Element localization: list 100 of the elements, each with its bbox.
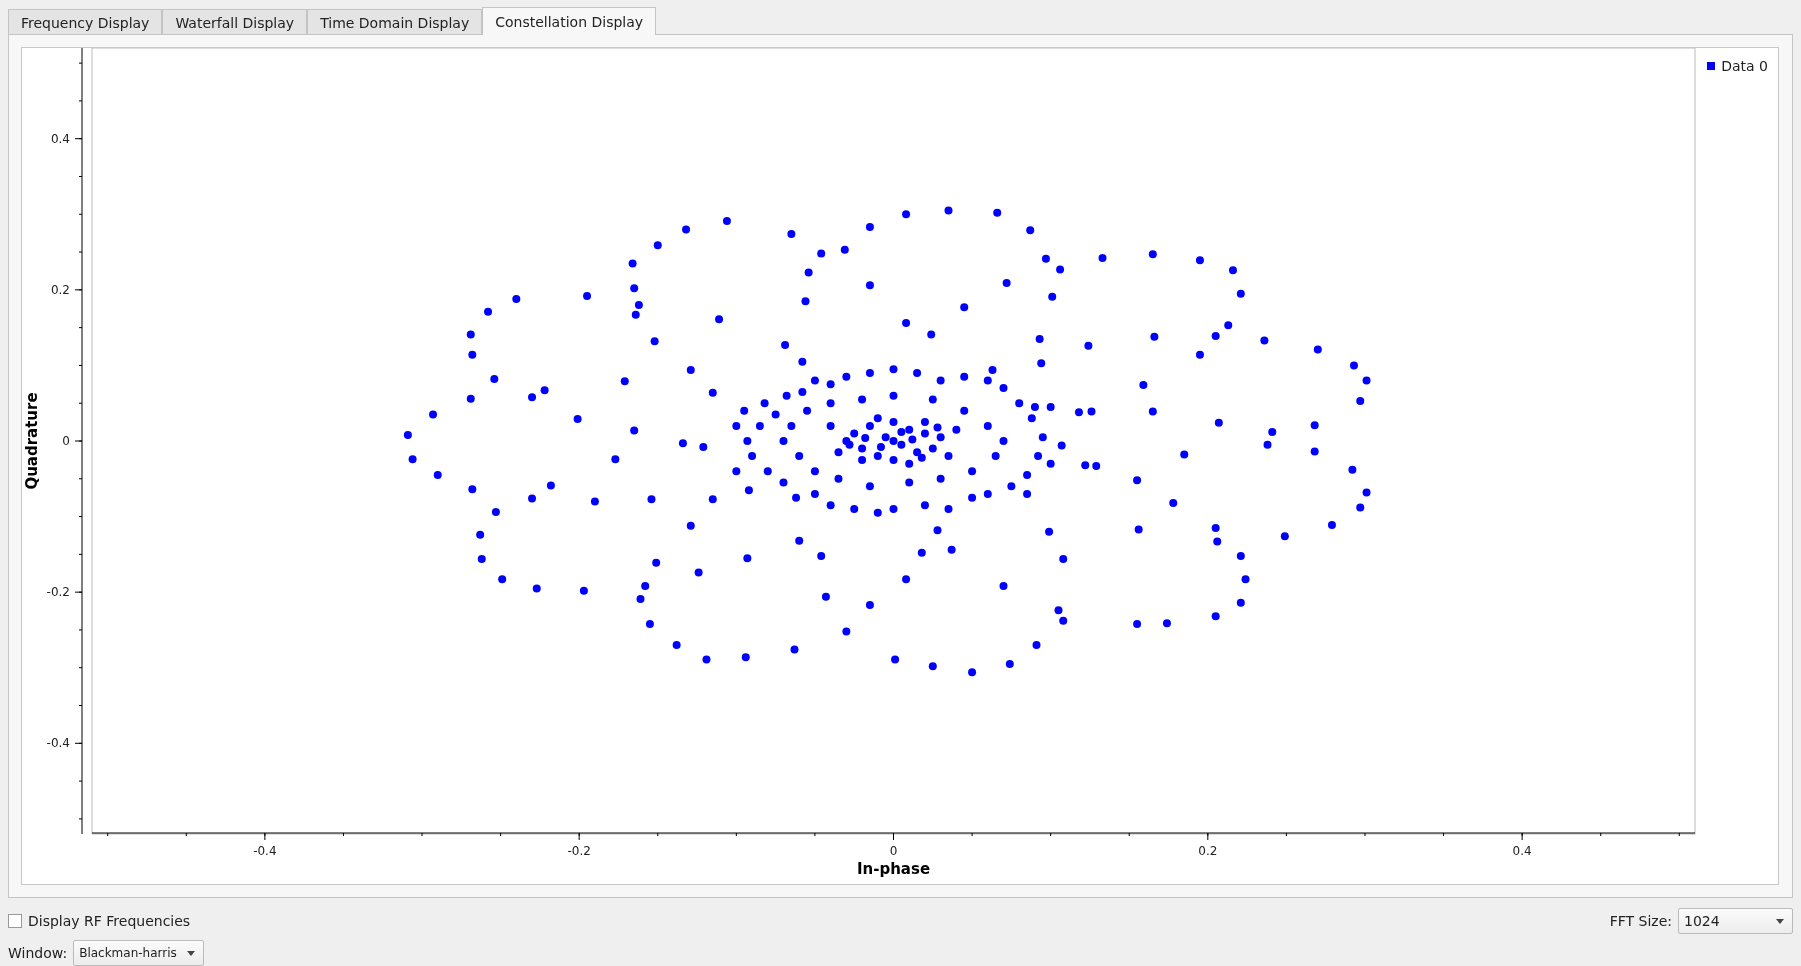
data-point	[1211, 331, 1220, 340]
data-point	[936, 433, 945, 442]
data-point	[732, 421, 741, 430]
data-point	[944, 206, 953, 215]
data-point	[1348, 465, 1357, 474]
data-point	[403, 430, 412, 439]
data-point	[1211, 612, 1220, 621]
data-point	[1074, 408, 1083, 417]
data-point	[917, 453, 926, 462]
data-point	[858, 395, 867, 404]
checkbox[interactable]	[8, 914, 22, 928]
data-point	[628, 259, 637, 268]
data-point	[928, 444, 937, 453]
tab[interactable]: Waterfall Display	[162, 9, 308, 35]
data-point	[897, 427, 906, 436]
tab[interactable]: Frequency Display	[8, 9, 163, 35]
data-point	[760, 399, 769, 408]
data-point	[1241, 575, 1250, 584]
data-point	[579, 586, 588, 595]
data-point	[928, 395, 937, 404]
x-tick-label: -0.2	[567, 844, 591, 858]
data-point	[902, 210, 911, 219]
data-point	[960, 406, 969, 415]
data-point	[908, 435, 917, 444]
data-point	[1236, 551, 1245, 560]
data-point	[1002, 279, 1011, 288]
data-point	[1362, 488, 1371, 497]
data-point	[1032, 641, 1041, 650]
data-point	[708, 388, 717, 397]
data-point	[433, 471, 442, 479]
data-point	[936, 474, 945, 483]
data-point	[902, 575, 911, 584]
data-point	[630, 426, 639, 435]
data-point	[1139, 381, 1148, 390]
data-point	[817, 551, 826, 560]
data-point	[528, 494, 537, 503]
data-point	[540, 386, 549, 395]
data-point	[933, 423, 942, 432]
data-point	[528, 393, 537, 402]
data-point	[1169, 498, 1178, 507]
data-point	[1048, 292, 1057, 301]
y-tick-label: -0.4	[46, 736, 70, 751]
window-dropdown[interactable]: Blackman-harris	[73, 940, 204, 966]
data-point	[641, 582, 650, 591]
data-point	[1046, 459, 1055, 468]
data-point	[876, 443, 885, 452]
data-point	[1213, 537, 1222, 546]
data-point	[498, 575, 507, 584]
y-tick-label: 0.4	[50, 131, 70, 146]
data-point	[1349, 361, 1358, 370]
data-point	[1046, 403, 1055, 411]
fft-size-dropdown[interactable]: 1024	[1678, 908, 1793, 934]
data-point	[1081, 461, 1090, 470]
data-point	[999, 384, 1008, 393]
data-point	[1054, 606, 1063, 615]
data-point	[583, 291, 592, 300]
data-point	[826, 421, 835, 430]
data-point	[722, 217, 731, 226]
fft-size-label: FFT Size:	[1609, 913, 1672, 929]
data-point	[858, 455, 867, 464]
data-point	[999, 437, 1008, 445]
data-point	[708, 495, 717, 504]
data-point	[865, 369, 874, 377]
data-point	[636, 594, 645, 603]
data-point	[960, 372, 969, 381]
data-point	[826, 501, 835, 510]
data-point	[795, 452, 804, 461]
data-point	[573, 415, 582, 424]
data-point	[787, 421, 796, 430]
data-point	[991, 452, 1000, 461]
data-point	[889, 455, 898, 464]
data-point	[484, 307, 493, 316]
data-point	[803, 406, 812, 415]
data-point	[645, 619, 654, 628]
data-point	[840, 245, 849, 254]
data-point	[1356, 503, 1365, 512]
data-point	[1263, 440, 1272, 449]
data-point	[873, 452, 882, 461]
data-point	[490, 375, 499, 384]
data-point	[913, 369, 922, 377]
data-point	[477, 554, 486, 563]
data-point	[1045, 527, 1054, 536]
data-point	[792, 493, 801, 502]
data-point	[804, 268, 813, 277]
data-point	[782, 391, 791, 400]
data-point	[1356, 396, 1365, 405]
tab[interactable]: Constellation Display	[482, 7, 657, 35]
data-point	[936, 376, 945, 385]
window-label: Window:	[8, 945, 68, 961]
data-point	[590, 497, 599, 506]
legend-label: Data 0	[1721, 58, 1768, 74]
data-point	[1310, 447, 1319, 456]
data-point	[917, 548, 926, 557]
data-point	[771, 410, 780, 419]
data-point	[702, 655, 711, 664]
data-point	[755, 421, 764, 430]
data-point	[1041, 254, 1050, 263]
data-point	[1236, 598, 1245, 607]
tab[interactable]: Time Domain Display	[307, 9, 483, 35]
data-point	[834, 474, 843, 483]
